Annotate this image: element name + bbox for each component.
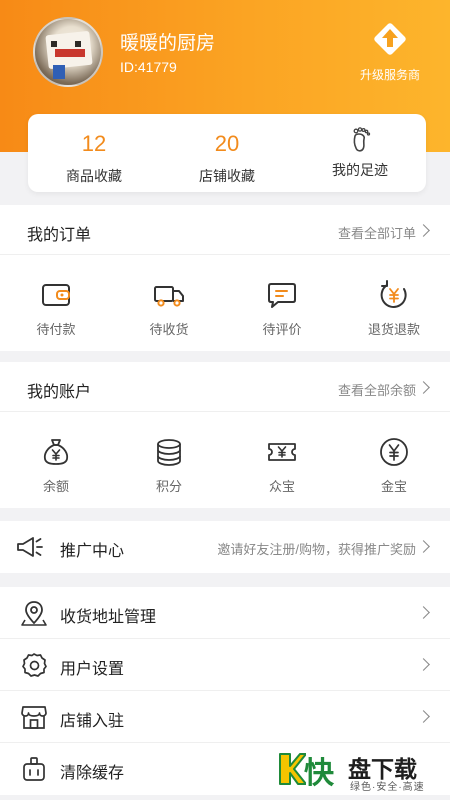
footprint-icon [353,127,371,152]
orders-section: 我的订单 查看全部订单 待付款 待收货 待评价 退货退款 [0,205,450,351]
account-points-label: 积分 [155,479,182,494]
chevron-right-icon [417,224,430,237]
account-points[interactable]: 积分 [113,412,225,508]
watermark-logo: 快 盘下载 绿色·安全·高速 [278,748,448,793]
settings-icon [22,653,47,677]
money-bag-icon [43,439,69,465]
account-title: 我的账户 [27,384,92,401]
account-section: 我的账户 查看全部余额 余额 积分 众宝 金宝 [0,362,450,508]
product-favorites-count: 12 [81,131,107,156]
k-logo-icon [279,753,306,785]
order-pending-review[interactable]: 待评价 [226,255,338,351]
user-id: ID:41779 [120,59,177,75]
upgrade-label: 升级服务商 [359,68,420,82]
order-refund[interactable]: 退货退款 [338,255,450,351]
orders-grid: 待付款 待收货 待评价 退货退款 [0,255,450,351]
account-zhongbao-label: 众宝 [268,479,295,494]
chevron-right-icon [417,658,430,671]
ticket-icon [268,443,296,461]
chevron-right-icon [417,710,430,723]
location-icon [21,601,47,626]
my-footprint[interactable]: 我的足迹 [294,114,426,192]
user-name: 暖暖的厨房 [120,33,216,54]
account-header[interactable]: 我的账户 查看全部余额 [0,362,450,412]
chevron-right-icon [417,381,430,394]
shop-favorites[interactable]: 20 店铺收藏 [161,114,293,192]
yuan-coin-icon [380,438,408,466]
orders-header[interactable]: 我的订单 查看全部订单 [0,205,450,255]
stats-card: 12 商品收藏 20 店铺收藏 我的足迹 [28,114,426,192]
address-management-row[interactable]: 收货地址管理 [0,587,450,639]
comment-icon [268,283,296,308]
order-pending-receipt[interactable]: 待收货 [113,255,225,351]
watermark-brand-big: 快 [304,757,334,790]
product-favorites[interactable]: 12 商品收藏 [28,114,160,192]
account-grid: 余额 积分 众宝 金宝 [0,412,450,508]
store-icon [21,706,47,729]
account-balance[interactable]: 余额 [0,412,112,508]
order-pending-payment[interactable]: 待付款 [0,255,112,351]
order-pending-payment-label: 待付款 [36,322,76,337]
promotion-center-hint: 邀请好友注册/购物，获得推广奖励 [217,542,416,557]
orders-title: 我的订单 [27,227,92,244]
my-footprint-label: 我的足迹 [332,162,388,178]
clear-cache-icon [23,757,45,781]
user-settings-row[interactable]: 用户设置 [0,639,450,691]
shop-favorites-count: 20 [214,131,240,156]
promotion-center-label: 推广中心 [60,543,125,560]
address-management-label: 收货地址管理 [60,609,157,626]
order-pending-review-label: 待评价 [262,322,302,337]
chevron-right-icon [417,540,430,553]
order-refund-label: 退货退款 [367,322,420,337]
chevron-right-icon [417,606,430,619]
product-favorites-label: 商品收藏 [66,168,122,184]
clear-cache-label: 清除缓存 [60,765,125,782]
view-all-orders-link[interactable]: 查看全部订单 [338,223,416,242]
upgrade-service-button[interactable]: 升级服务商 [352,20,428,83]
account-jinbao-label: 金宝 [380,479,407,494]
order-pending-receipt-label: 待收货 [149,322,189,337]
store-join-label: 店铺入驻 [60,713,125,730]
account-jinbao[interactable]: 金宝 [338,412,450,508]
watermark-tagline: 绿色·安全·高速 [350,782,425,793]
account-balance-label: 余额 [42,479,69,494]
account-zhongbao[interactable]: 众宝 [226,412,338,508]
coins-icon [157,439,181,466]
refund-icon [380,280,407,309]
truck-icon [154,286,184,307]
promotion-center-row[interactable]: 推广中心 邀请好友注册/购物，获得推广奖励 [0,521,450,573]
megaphone-icon [17,537,43,557]
avatar[interactable] [33,17,103,87]
user-settings-label: 用户设置 [60,661,125,678]
wallet-icon [42,284,70,306]
view-all-balance-link[interactable]: 查看全部余额 [338,380,416,399]
upgrade-arrow-icon [374,23,406,55]
shop-favorites-label: 店铺收藏 [199,168,255,184]
store-join-row[interactable]: 店铺入驻 [0,691,450,743]
